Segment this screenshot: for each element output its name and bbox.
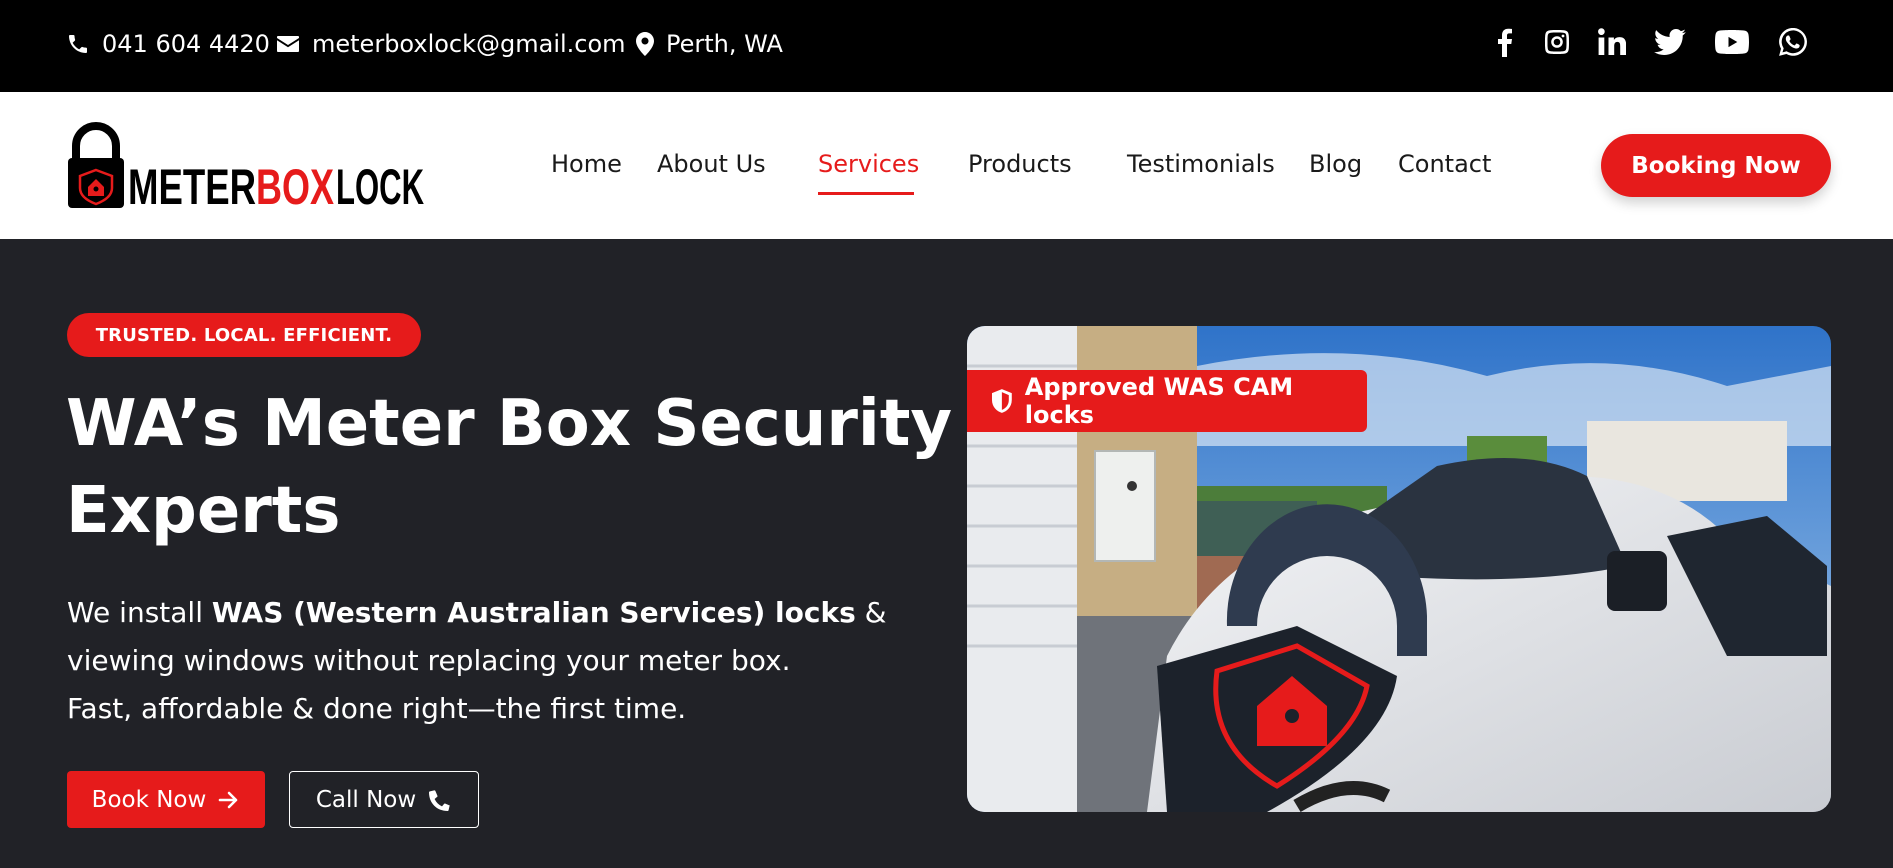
nav-testimonials[interactable]: Testimonials — [1127, 150, 1275, 178]
approved-locks-label: Approved WAS CAM locks — [1024, 373, 1294, 429]
logo[interactable]: METER BOX LOCK — [68, 122, 428, 215]
youtube-icon[interactable] — [1712, 22, 1752, 62]
nav-services[interactable]: Services — [818, 150, 919, 178]
site-header: METER BOX LOCK Home About Us Services Pr… — [0, 92, 1893, 239]
twitter-icon[interactable] — [1650, 22, 1690, 62]
phone-contact[interactable]: 041 604 4420 — [66, 0, 270, 88]
email-address: meterboxlock@gmail.com — [312, 30, 626, 58]
hero-description: We install WAS (Western Australian Servi… — [67, 589, 927, 733]
facebook-icon[interactable] — [1484, 22, 1524, 62]
svg-text:LOCK: LOCK — [336, 159, 424, 212]
envelope-icon — [277, 36, 299, 52]
location-contact: Perth, WA — [636, 0, 783, 88]
map-pin-icon — [636, 32, 654, 56]
location-text: Perth, WA — [666, 30, 783, 58]
nav-blog[interactable]: Blog — [1309, 150, 1362, 178]
desc-bold: WAS (Western Australian Services) locks — [211, 596, 856, 629]
nav-products[interactable]: Products — [968, 150, 1072, 178]
approved-locks-badge: Approved WAS CAM locks — [967, 370, 1367, 432]
linkedin-icon[interactable] — [1592, 22, 1632, 62]
nav-about-us[interactable]: About Us — [657, 150, 766, 178]
svg-text:BOX: BOX — [256, 159, 334, 212]
desc-after: & — [855, 596, 887, 629]
instagram-icon[interactable] — [1537, 22, 1577, 62]
phone-number: 041 604 4420 — [102, 30, 270, 58]
email-contact[interactable]: meterboxlock@gmail.com — [276, 0, 626, 88]
arrow-right-icon — [219, 791, 238, 808]
call-now-label: Call Now — [315, 786, 417, 813]
booking-now-button[interactable]: Booking Now — [1601, 134, 1831, 197]
nav-home[interactable]: Home — [551, 150, 622, 178]
book-now-label: Book Now — [91, 786, 207, 813]
call-now-button[interactable]: Call Now — [289, 771, 479, 828]
hero-section: TRUSTED. LOCAL. EFFICIENT. WA’s Meter Bo… — [0, 239, 1893, 868]
book-now-button[interactable]: Book Now — [67, 771, 265, 828]
hero-title: WA’s Meter Box Security Experts — [66, 381, 966, 555]
desc-line3: Fast, affordable & done right—the first … — [67, 692, 687, 725]
padlock-logo-icon: METER BOX LOCK — [68, 122, 424, 215]
hero-title-line1: WA’s Meter Box Security — [66, 387, 953, 461]
svg-text:METER: METER — [128, 159, 256, 212]
top-bar: 041 604 4420 meterboxlock@gmail.com Pert… — [0, 0, 1893, 92]
whatsapp-icon[interactable] — [1773, 22, 1813, 62]
hero-title-line2: Experts — [66, 474, 341, 548]
phone-icon — [429, 789, 451, 811]
desc-line2: viewing windows without replacing your m… — [67, 644, 791, 677]
nav-contact[interactable]: Contact — [1398, 150, 1491, 178]
desc-intro: We install — [67, 596, 212, 629]
shield-icon — [991, 389, 1012, 413]
active-nav-underline — [818, 192, 914, 195]
phone-icon — [69, 35, 87, 53]
tagline-badge: TRUSTED. LOCAL. EFFICIENT. — [67, 313, 421, 357]
